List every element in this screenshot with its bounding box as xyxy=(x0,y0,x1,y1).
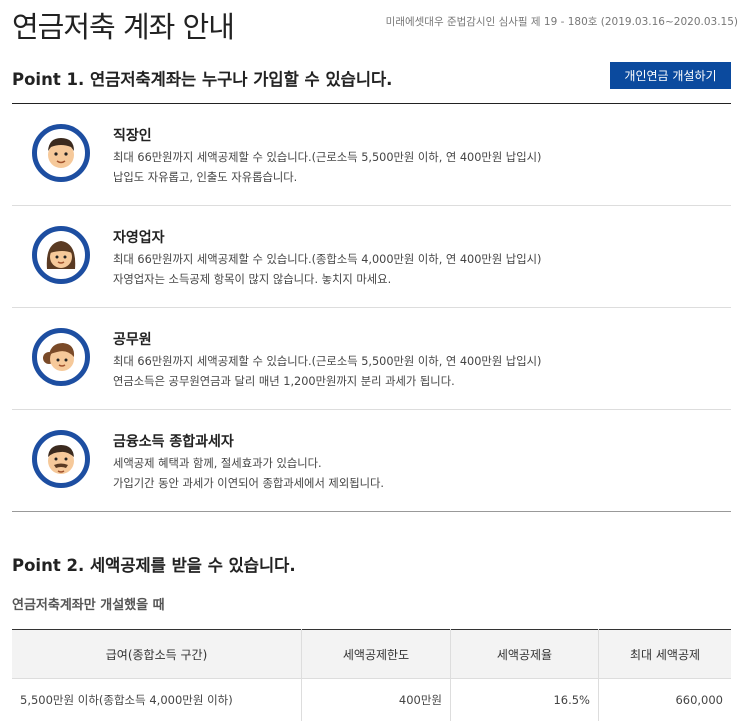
item-title: 공무원 xyxy=(113,329,152,349)
self-employed-icon xyxy=(32,226,90,284)
item-title: 자영업자 xyxy=(113,227,165,247)
list-item: 금융소득 종합과세자 세액공제 혜택과 함께, 절세효과가 있습니다. 가입기간… xyxy=(12,410,731,512)
point2-subtitle: 연금저축계좌만 개설했을 때 xyxy=(12,594,165,613)
item-description: 최대 66만원까지 세액공제할 수 있습니다.(근로소득 5,500만원 이하,… xyxy=(113,149,541,165)
eligible-person-list: 직장인 최대 66만원까지 세액공제할 수 있습니다.(근로소득 5,500만원… xyxy=(12,104,731,512)
table-cell: 400만원 xyxy=(302,679,451,721)
item-description: 최대 66만원까지 세액공제할 수 있습니다.(근로소득 5,500만원 이하,… xyxy=(113,353,541,369)
open-pension-account-button[interactable]: 개인연금 개설하기 xyxy=(610,62,731,89)
civil-servant-icon xyxy=(32,328,90,386)
list-item: 자영업자 최대 66만원까지 세액공제할 수 있습니다.(종합소득 4,000만… xyxy=(12,206,731,308)
item-description: 자영업자는 소득공제 항목이 많지 않습니다. 놓치지 마세요. xyxy=(113,271,391,287)
office-worker-icon xyxy=(32,124,90,182)
list-item: 공무원 최대 66만원까지 세액공제할 수 있습니다.(근로소득 5,500만원… xyxy=(12,308,731,410)
item-description: 납입도 자유롭고, 인출도 자유롭습니다. xyxy=(113,169,297,185)
column-header: 급여(종합소득 구간) xyxy=(12,630,302,679)
item-title: 직장인 xyxy=(113,125,152,145)
item-description: 최대 66만원까지 세액공제할 수 있습니다.(종합소득 4,000만원 이하,… xyxy=(113,251,541,267)
point2-title: Point 2. 세액공제를 받을 수 있습니다. xyxy=(12,552,296,576)
financial-income-taxpayer-icon xyxy=(32,430,90,488)
page-title: 연금저축 계좌 안내 xyxy=(12,4,234,46)
column-header: 세액공제한도 xyxy=(302,630,451,679)
page-header: 연금저축 계좌 안내 미래에셋대우 준법감시인 심사필 제 19 - 180호 … xyxy=(12,0,738,50)
table-cell: 660,000 xyxy=(599,679,732,721)
table-header-row: 급여(종합소득 구간) 세액공제한도 세액공제율 최대 세액공제 xyxy=(12,630,731,679)
table-cell: 16.5% xyxy=(451,679,599,721)
item-description: 연금소득은 공무원연금과 달리 매년 1,200만원까지 분리 과세가 됩니다. xyxy=(113,373,455,389)
list-item: 직장인 최대 66만원까지 세액공제할 수 있습니다.(근로소득 5,500만원… xyxy=(12,104,731,206)
table-cell: 5,500만원 이하(종합소득 4,000만원 이하) xyxy=(12,679,302,721)
column-header: 세액공제율 xyxy=(451,630,599,679)
item-description: 가입기간 동안 과세가 이연되어 종합과세에서 제외됩니다. xyxy=(113,475,384,491)
item-description: 세액공제 혜택과 함께, 절세효과가 있습니다. xyxy=(113,455,322,471)
point1-title: Point 1. 연금저축계좌는 누구나 가입할 수 있습니다. xyxy=(12,66,392,90)
table-row: 5,500만원 이하(종합소득 4,000만원 이하) 400만원 16.5% … xyxy=(12,679,731,721)
tax-credit-table: 급여(종합소득 구간) 세액공제한도 세액공제율 최대 세액공제 5,500만원… xyxy=(12,629,731,721)
item-title: 금융소득 종합과세자 xyxy=(113,431,234,451)
column-header: 최대 세액공제 xyxy=(599,630,732,679)
compliance-notice: 미래에셋대우 준법감시인 심사필 제 19 - 180호 (2019.03.16… xyxy=(386,14,738,29)
